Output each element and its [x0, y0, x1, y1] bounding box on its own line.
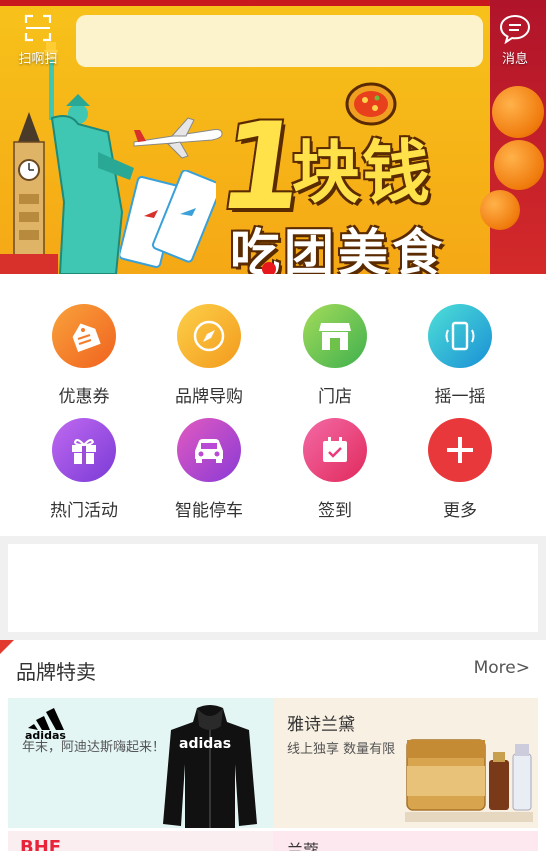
ad-placeholder-card[interactable] [8, 544, 538, 632]
calendar-check-icon [303, 418, 367, 482]
cosmetics-product-image [405, 739, 533, 822]
banner-title: 块钱 [292, 134, 433, 213]
tile-brand-name: 雅诗兰黛 [287, 715, 355, 735]
tile-description: 年末，阿迪达斯嗨起来！ [22, 740, 166, 755]
tickets-illustration [120, 170, 216, 268]
scan-button[interactable]: 扫啊扫 [12, 14, 64, 70]
brand-sale-section: 品牌特卖 More> adidas 年末，阿迪达斯嗨起来！ adidas 雅诗兰… [0, 640, 546, 851]
banner-page-indicator[interactable] [262, 262, 276, 274]
more-link[interactable]: More> [474, 658, 530, 678]
adidas-logo: adidas [25, 708, 66, 740]
grid-label: 签到 [318, 501, 352, 521]
grid-label: 智能停车 [175, 501, 243, 521]
grid-item-shake[interactable]: 摇一摇 [405, 304, 515, 414]
grid-item-brand-guide[interactable]: 品牌导购 [154, 304, 264, 414]
grid-item-more[interactable]: 更多 [405, 418, 515, 528]
banner-top-strip [0, 0, 546, 6]
grid-label: 摇一摇 [434, 387, 486, 407]
svg-text:adidas: adidas [179, 736, 231, 752]
airplane-illustration [133, 117, 223, 159]
grid-label: 优惠券 [58, 387, 110, 407]
brand-tile-adidas[interactable]: adidas 年末，阿迪达斯嗨起来！ adidas [8, 698, 273, 828]
food-illustration [345, 82, 397, 126]
hoodie-product-image: adidas [163, 705, 257, 828]
brand-tile-lancome[interactable]: 兰蔻 [273, 831, 538, 851]
plus-icon [428, 418, 492, 482]
store-icon [303, 304, 367, 368]
grid-label: 热门活动 [50, 501, 118, 521]
grid-item-checkin[interactable]: 签到 [280, 418, 390, 528]
car-icon [177, 418, 241, 482]
tile-brand-name: 兰蔻 [287, 841, 320, 851]
phone-shake-icon [428, 304, 492, 368]
message-label: 消息 [501, 52, 528, 67]
section-title: 品牌特卖 [16, 660, 96, 684]
grid-label: 更多 [443, 501, 477, 521]
compass-icon [177, 304, 241, 368]
grid-item-coupon[interactable]: 优惠券 [29, 304, 139, 414]
grid-item-hot-events[interactable]: 热门活动 [29, 418, 139, 528]
grid-item-store[interactable]: 门店 [280, 304, 390, 414]
gift-icon [52, 418, 116, 482]
tile-description: 线上独享 数量有限 [287, 742, 396, 757]
message-button[interactable]: 消息 [492, 14, 538, 70]
brand-tile-estee-lauder[interactable]: 雅诗兰黛 线上独享 数量有限 [273, 698, 538, 828]
message-icon [499, 14, 531, 44]
brand-tile-bhf[interactable]: BHF [8, 831, 273, 851]
feature-grid: 优惠券 品牌导购 门店 摇一摇 热门活动 智能停车 签到 更多 [0, 274, 546, 536]
tile-brand-name: BHF [20, 837, 62, 851]
scan-label: 扫啊扫 [18, 52, 58, 67]
grid-label: 品牌导购 [175, 387, 243, 407]
section-corner-marker [0, 640, 14, 654]
mall-home-page: 1 块钱 吃团美食 扫啊扫 消息 优惠券 品牌导购 门店 摇一摇 热门活动 智能… [0, 0, 546, 851]
grid-label: 门店 [318, 387, 352, 407]
scan-icon [24, 14, 52, 42]
grid-item-parking[interactable]: 智能停车 [154, 418, 264, 528]
coupon-icon [52, 304, 116, 368]
search-input[interactable] [76, 15, 483, 67]
